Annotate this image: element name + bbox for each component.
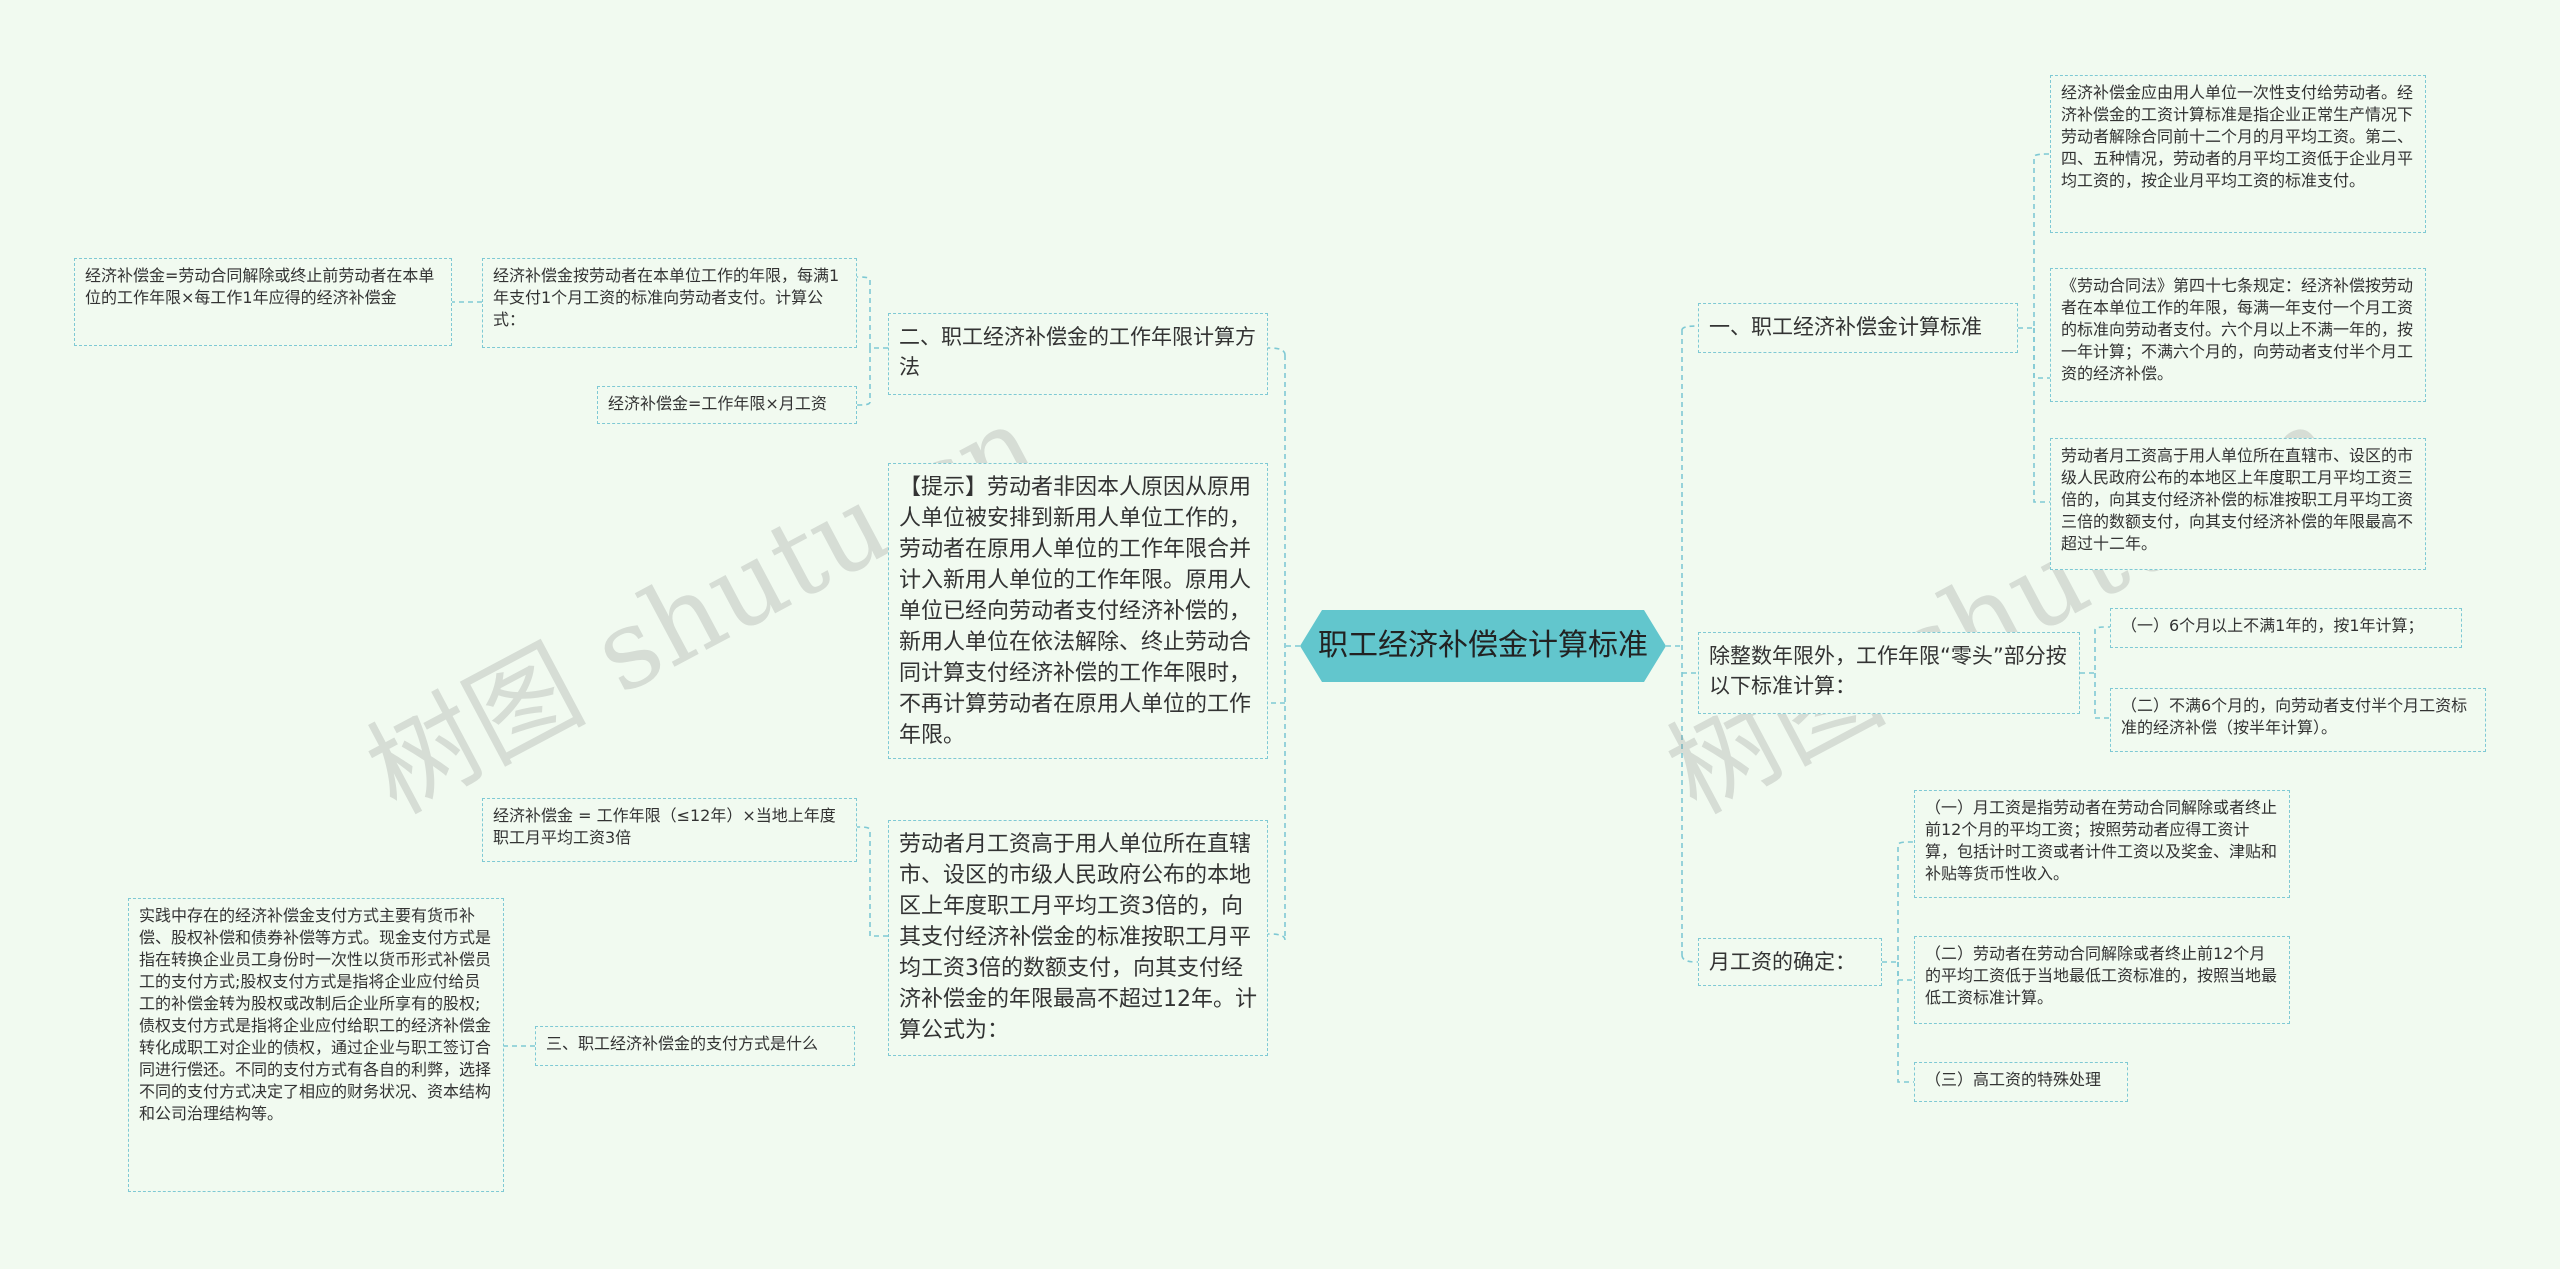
left-work-years-formula-detail[interactable]: 经济补偿金=劳动合同解除或终止前劳动者在本单位的工作年限×每工作1年应得的经济补…: [74, 258, 452, 346]
right-monthly-wage-rule-3[interactable]: （三）高工资的特殊处理: [1914, 1062, 2128, 1102]
right-branch-monthly-wage[interactable]: 月工资的确定：: [1698, 938, 1882, 986]
left-high-wage-formula[interactable]: 经济补偿金 = 工作年限（≤12年）×当地上年度职工月平均工资3倍: [482, 798, 857, 862]
right-branch-calc-standard[interactable]: 一、职工经济补偿金计算标准: [1698, 303, 2018, 353]
left-work-years-formula-short[interactable]: 经济补偿金=工作年限×月工资: [597, 386, 857, 424]
left-tip-node[interactable]: 【提示】劳动者非因本人原因从原用人单位被安排到新用人单位工作的，劳动者在原用人单…: [888, 463, 1268, 759]
right-calc-standard-note-3[interactable]: 劳动者月工资高于用人单位所在直辖市、设区的市级人民政府公布的本地区上年度职工月平…: [2050, 438, 2426, 570]
central-topic[interactable]: 职工经济补偿金计算标准: [1300, 610, 1666, 682]
left-high-wage-node[interactable]: 劳动者月工资高于用人单位所在直辖市、设区的市级人民政府公布的本地区上年度职工月平…: [888, 820, 1268, 1056]
right-monthly-wage-rule-2[interactable]: （二）劳动者在劳动合同解除或者终止前12个月的平均工资低于当地最低工资标准的，按…: [1914, 936, 2290, 1024]
right-calc-standard-note-1[interactable]: 经济补偿金应由用人单位一次性支付给劳动者。经济补偿金的工资计算标准是指企业正常生…: [2050, 75, 2426, 233]
right-fraction-rule-2[interactable]: （二）不满6个月的，向劳动者支付半个月工资标准的经济补偿（按半年计算）。: [2110, 688, 2486, 752]
left-branch-work-years-method[interactable]: 二、职工经济补偿金的工作年限计算方法: [888, 313, 1268, 395]
left-work-years-formula-desc[interactable]: 经济补偿金按劳动者在本单位工作的年限，每满1年支付1个月工资的标准向劳动者支付。…: [482, 258, 857, 348]
left-payment-method-detail[interactable]: 实践中存在的经济补偿金支付方式主要有货币补偿、股权补偿和债券补偿等方式。现金支付…: [128, 898, 504, 1192]
right-fraction-rule-1[interactable]: （一）6个月以上不满1年的，按1年计算；: [2110, 608, 2462, 648]
left-branch-payment-method[interactable]: 三、职工经济补偿金的支付方式是什么: [535, 1026, 855, 1066]
right-calc-standard-note-2[interactable]: 《劳动合同法》第四十七条规定：经济补偿按劳动者在本单位工作的年限，每满一年支付一…: [2050, 268, 2426, 402]
right-branch-fraction-years[interactable]: 除整数年限外，工作年限“零头”部分按以下标准计算：: [1698, 632, 2080, 714]
right-monthly-wage-rule-1[interactable]: （一）月工资是指劳动者在劳动合同解除或者终止前12个月的平均工资；按照劳动者应得…: [1914, 790, 2290, 898]
